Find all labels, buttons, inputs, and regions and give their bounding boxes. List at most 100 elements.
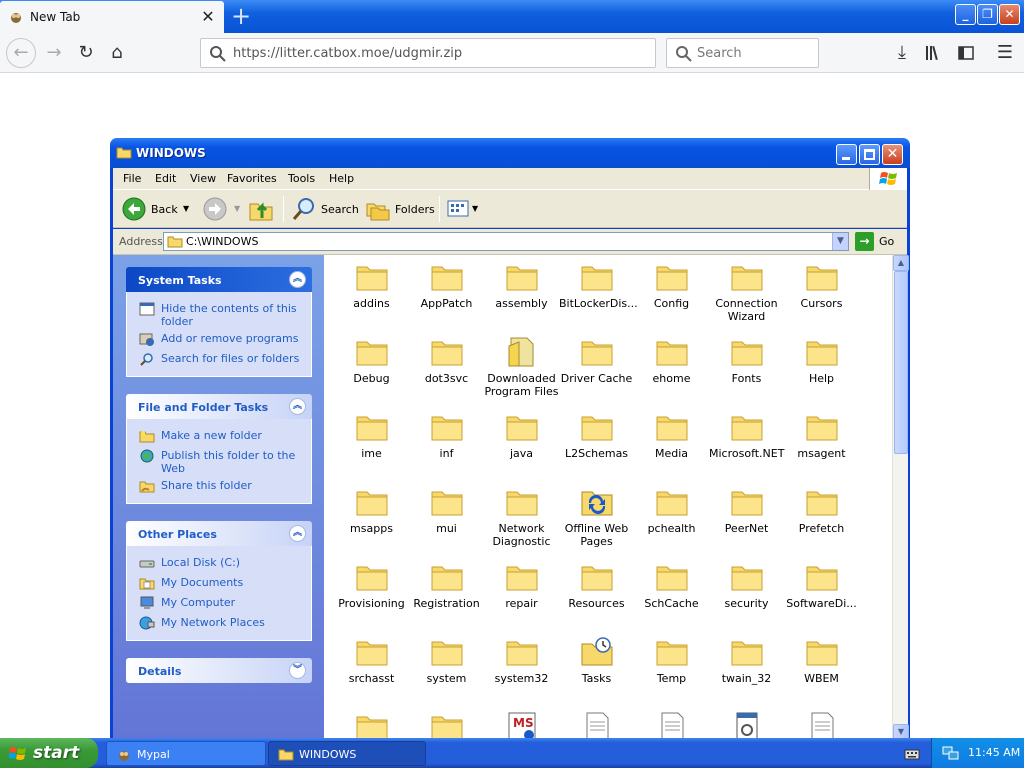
file-item[interactable]: Debug <box>334 336 409 385</box>
task-share-folder[interactable]: Share this folder <box>127 477 311 497</box>
network-tray-icon[interactable] <box>942 745 960 761</box>
taskbar-item-mypal[interactable]: Mypal <box>106 741 266 766</box>
library-icon[interactable] <box>920 39 948 67</box>
file-item[interactable]: Registration <box>409 561 484 610</box>
browser-restore-button[interactable]: ❐ <box>977 4 998 25</box>
keyboard-icon[interactable] <box>904 746 920 760</box>
task-add-remove-programs[interactable]: Add or remove programs <box>127 330 311 350</box>
clock[interactable]: 11:45 AM <box>968 746 1020 759</box>
file-item[interactable]: dot3svc <box>409 336 484 385</box>
file-item[interactable]: twain_32 <box>709 636 784 685</box>
back-button[interactable]: Back ▼ <box>121 196 191 222</box>
file-item[interactable]: Prefetch <box>784 486 859 535</box>
collapse-icon[interactable]: ︽ <box>289 271 306 288</box>
file-item[interactable] <box>634 711 709 740</box>
minimize-button[interactable] <box>836 144 857 165</box>
file-item[interactable]: MS <box>484 711 559 740</box>
file-item[interactable]: Temp <box>634 636 709 685</box>
file-item[interactable] <box>409 711 484 740</box>
file-item[interactable]: Fonts <box>709 336 784 385</box>
place-my-documents[interactable]: My Documents <box>127 574 311 594</box>
file-item[interactable]: Downloaded Program Files <box>484 336 559 398</box>
file-folder-tasks-header[interactable]: File and Folder Tasks ︽ <box>126 394 312 419</box>
address-input[interactable]: C:\WINDOWS ▼ <box>163 232 849 251</box>
close-button[interactable]: ✕ <box>882 144 903 165</box>
expand-icon[interactable]: ︾ <box>289 662 306 679</box>
file-item[interactable]: PeerNet <box>709 486 784 535</box>
file-item[interactable]: java <box>484 411 559 460</box>
file-item[interactable]: Cursors <box>784 261 859 310</box>
start-button[interactable]: start <box>0 738 98 768</box>
file-item[interactable]: Config <box>634 261 709 310</box>
back-arrow-icon[interactable]: ← <box>6 38 36 68</box>
file-item[interactable] <box>559 711 634 740</box>
taskbar-item-windows[interactable]: WINDOWS <box>268 741 426 766</box>
file-item[interactable]: Offline Web Pages <box>559 486 634 548</box>
vertical-scrollbar[interactable]: ▲ ▼ <box>892 255 909 740</box>
sidebar-icon[interactable] <box>952 39 980 67</box>
menu-help[interactable]: Help <box>329 172 354 185</box>
place-my-network[interactable]: My Network Places <box>127 614 311 634</box>
reload-icon[interactable]: ↻ <box>72 39 100 67</box>
file-item[interactable]: Connection Wizard <box>709 261 784 323</box>
place-local-disk[interactable]: Local Disk (C:) <box>127 554 311 574</box>
browser-tab[interactable]: New Tab ✕ <box>0 1 224 33</box>
file-item[interactable] <box>784 711 859 740</box>
file-item[interactable]: pchealth <box>634 486 709 535</box>
file-item[interactable] <box>709 711 784 740</box>
task-publish-web[interactable]: Publish this folder to the Web <box>127 447 311 477</box>
views-button[interactable]: ▼ <box>446 196 480 222</box>
browser-close-button[interactable]: ✕ <box>999 4 1020 25</box>
file-item[interactable]: assembly <box>484 261 559 310</box>
new-tab-icon[interactable]: + <box>228 4 254 30</box>
search-bar[interactable]: Search <box>666 38 819 68</box>
details-header[interactable]: Details ︾ <box>126 658 312 683</box>
file-item[interactable]: Resources <box>559 561 634 610</box>
system-tasks-header[interactable]: System Tasks ︽ <box>126 267 312 292</box>
file-item[interactable]: ehome <box>634 336 709 385</box>
menu-edit[interactable]: Edit <box>155 172 176 185</box>
menu-tools[interactable]: Tools <box>288 172 315 185</box>
file-item[interactable]: srchasst <box>334 636 409 685</box>
menu-view[interactable]: View <box>190 172 216 185</box>
file-item[interactable]: addins <box>334 261 409 310</box>
task-hide-contents[interactable]: Hide the contents of this folder <box>127 300 311 330</box>
file-item[interactable]: Tasks <box>559 636 634 685</box>
file-item[interactable]: Microsoft.NET <box>709 411 784 460</box>
file-item[interactable]: inf <box>409 411 484 460</box>
collapse-icon[interactable]: ︽ <box>289 398 306 415</box>
collapse-icon[interactable]: ︽ <box>289 525 306 542</box>
file-item[interactable]: Help <box>784 336 859 385</box>
folders-button[interactable]: Folders <box>365 196 435 222</box>
home-icon[interactable]: ⌂ <box>103 39 131 67</box>
search-button[interactable]: Search <box>291 196 359 222</box>
address-dropdown-icon[interactable]: ▼ <box>832 233 848 250</box>
back-dropdown-icon[interactable]: ▼ <box>183 204 189 213</box>
menu-favorites[interactable]: Favorites <box>227 172 277 185</box>
task-new-folder[interactable]: Make a new folder <box>127 427 311 447</box>
menu-icon[interactable]: ☰ <box>991 39 1019 67</box>
file-item[interactable]: Network Diagnostic <box>484 486 559 548</box>
menu-file[interactable]: File <box>123 172 141 185</box>
file-item[interactable]: ime <box>334 411 409 460</box>
file-item[interactable]: system32 <box>484 636 559 685</box>
place-my-computer[interactable]: My Computer <box>127 594 311 614</box>
task-search-files[interactable]: Search for files or folders <box>127 350 311 370</box>
scroll-thumb[interactable] <box>894 271 908 454</box>
scroll-up-icon[interactable]: ▲ <box>893 255 909 271</box>
up-folder-button[interactable] <box>248 196 276 222</box>
explorer-titlebar[interactable]: WINDOWS ✕ <box>110 138 910 168</box>
forward-dropdown-icon[interactable]: ▼ <box>234 204 240 213</box>
file-item[interactable]: msagent <box>784 411 859 460</box>
file-item[interactable]: repair <box>484 561 559 610</box>
file-item[interactable]: BitLockerDis... <box>559 261 638 310</box>
file-item[interactable]: mui <box>409 486 484 535</box>
download-icon[interactable]: ⤓ <box>888 39 916 67</box>
other-places-header[interactable]: Other Places ︽ <box>126 521 312 546</box>
file-item[interactable]: SchCache <box>634 561 709 610</box>
browser-minimize-button[interactable]: _ <box>955 4 976 25</box>
file-item[interactable]: WBEM <box>784 636 859 685</box>
file-item[interactable]: AppPatch <box>409 261 484 310</box>
file-item[interactable]: Driver Cache <box>559 336 634 385</box>
file-item[interactable]: Media <box>634 411 709 460</box>
